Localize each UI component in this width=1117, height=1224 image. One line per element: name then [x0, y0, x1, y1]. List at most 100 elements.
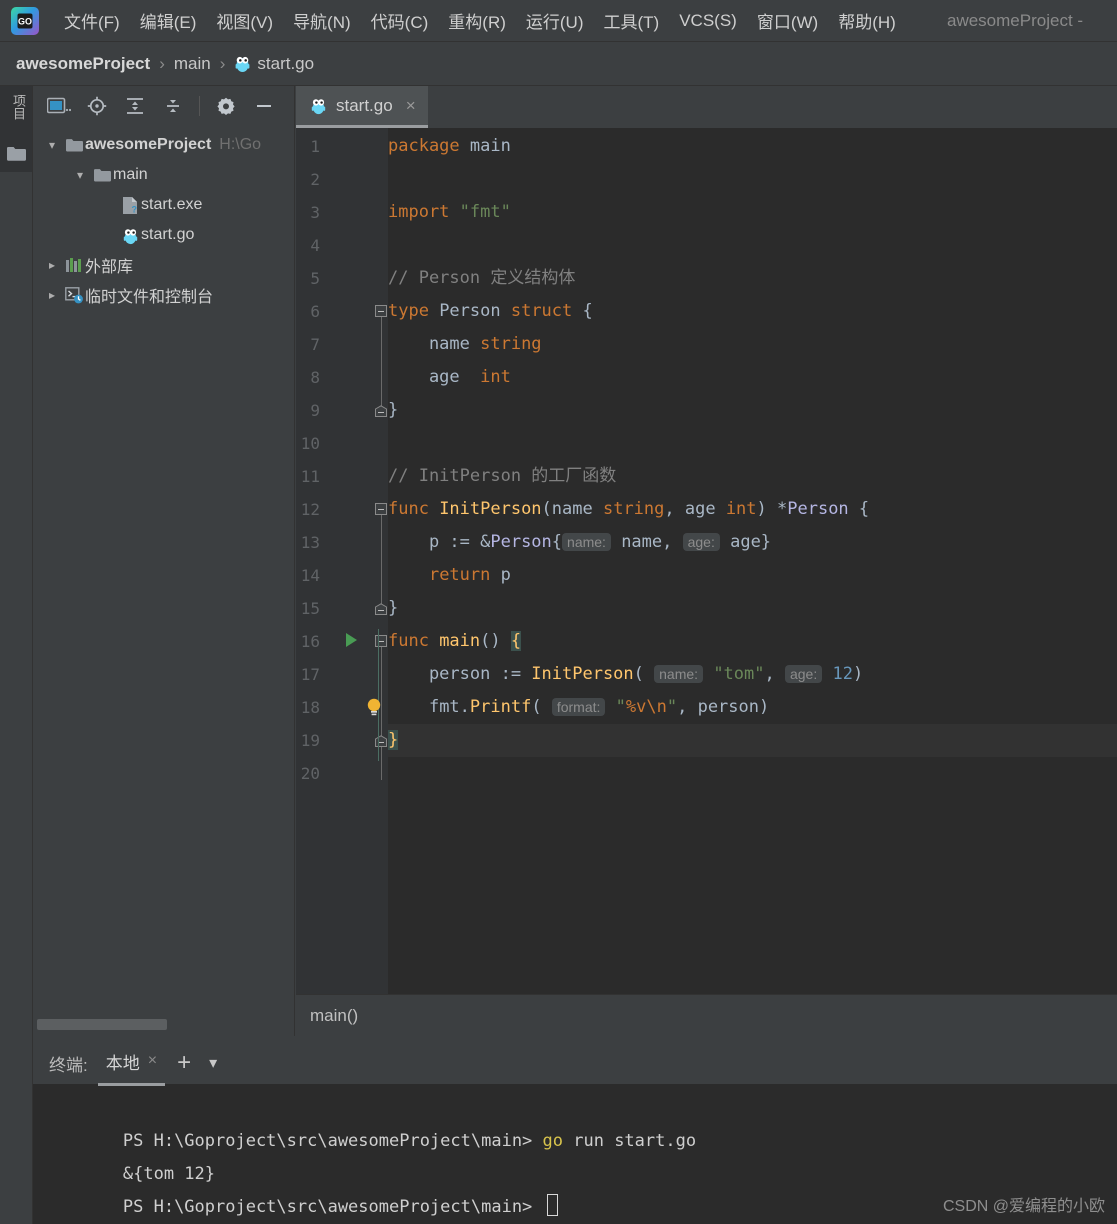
menu-bar: GO 文件(F) 编辑(E) 视图(V) 导航(N) 代码(C) 重构(R) 运…	[0, 0, 1117, 42]
code-folding-gutter[interactable]	[374, 128, 388, 994]
chevron-right-icon[interactable]: ▸	[41, 258, 63, 272]
folder-icon[interactable]	[7, 146, 26, 161]
chevron-right-icon[interactable]: ▸	[41, 288, 63, 302]
code-token: name	[388, 334, 481, 354]
code-token: , person)	[677, 697, 770, 717]
code-token: age	[388, 367, 481, 387]
collapse-all-icon[interactable]	[161, 94, 185, 118]
tree-row-awesomeproject[interactable]: ▾ awesomeProject H:\Go	[33, 130, 294, 160]
menu-item-run[interactable]: 运行(U)	[516, 4, 594, 37]
fold-collapse-icon[interactable]	[375, 635, 387, 647]
fold-region-end-icon[interactable]	[375, 734, 387, 747]
fold-region-end-icon[interactable]	[375, 602, 387, 615]
chevron-down-icon[interactable]: ▾	[41, 138, 63, 152]
code-token: {	[582, 301, 593, 321]
terminal-prompt: PS H:\Goproject\src\awesomeProject\main>	[122, 1131, 543, 1151]
project-horizontal-scrollbar[interactable]	[37, 1019, 291, 1030]
tree-label: start.go	[141, 226, 195, 243]
code-token: }	[388, 730, 399, 750]
code-token: func	[388, 499, 440, 519]
code-token: "fmt"	[459, 202, 511, 222]
editor-tab-start-go[interactable]: start.go ×	[296, 86, 428, 128]
terminal-command-keyword: go	[542, 1131, 564, 1151]
breadcrumb-folder[interactable]: main	[174, 54, 211, 74]
code-token: p	[500, 565, 511, 585]
terminal-tab-label: 本地	[105, 1053, 140, 1073]
code-token: age}	[719, 532, 772, 552]
line-number: 4	[310, 236, 320, 255]
line-number-gutter[interactable]: 1 2 3 4 5 6 7 8 9 10 11 12 13 14 15 16 17 18 19 20	[296, 128, 374, 994]
breadcrumb-separator-1: ›	[159, 53, 165, 73]
fold-collapse-icon[interactable]	[375, 305, 387, 317]
run-gutter-icon[interactable]	[344, 632, 358, 652]
project-tree: ▾ awesomeProject H:\Go ▾ main ? start.ex…	[33, 126, 294, 310]
menu-item-refactor[interactable]: 重构(R)	[438, 4, 516, 37]
code-token: // Person 定义结构体	[388, 268, 576, 288]
tree-row-main[interactable]: ▾ main	[33, 160, 294, 190]
code-line: func main() {	[388, 625, 522, 658]
rail-label-project[interactable]: 项目	[9, 94, 28, 120]
code-token: InitPerson	[531, 664, 634, 684]
tree-label: 外部库	[85, 259, 134, 276]
fold-collapse-icon[interactable]	[375, 503, 387, 515]
close-icon[interactable]: ×	[406, 96, 416, 116]
fold-region-end-icon[interactable]	[375, 404, 387, 417]
breadcrumb-file[interactable]: start.go	[257, 54, 314, 74]
code-line: person := InitPerson( name: "tom", age: …	[388, 658, 863, 691]
project-view-selector-icon[interactable]	[47, 94, 71, 118]
chevron-down-icon[interactable]: ▾	[203, 1053, 223, 1073]
menu-item-vcs[interactable]: VCS(S)	[669, 7, 747, 35]
code-token: Person	[490, 532, 552, 552]
parameter-hint: age:	[784, 665, 823, 683]
locate-file-icon[interactable]	[85, 94, 109, 118]
menu-item-window[interactable]: 窗口(W)	[747, 4, 828, 37]
terminal-tab-local[interactable]: 本地 ×	[97, 1041, 166, 1086]
editor-tab-bar: start.go ×	[296, 86, 1117, 128]
folder-icon	[91, 168, 113, 182]
settings-gear-icon[interactable]	[214, 94, 238, 118]
intention-bulb-icon[interactable]	[366, 697, 382, 717]
tree-row-start-exe[interactable]: ? start.exe	[33, 190, 294, 220]
left-tool-rail: 项目 结构	[0, 86, 33, 1224]
line-number: 2	[310, 170, 320, 189]
code-token: struct	[510, 301, 583, 321]
toolbar-divider	[199, 96, 200, 116]
new-terminal-tab-icon[interactable]: +	[165, 1051, 203, 1075]
menu-item-navigate[interactable]: 导航(N)	[283, 4, 361, 37]
parameter-hint: name:	[562, 533, 611, 551]
expand-all-icon[interactable]	[123, 94, 147, 118]
code-canvas[interactable]: 1 2 3 4 5 6 7 8 9 10 11 12 13 14 15 16 17 18 19 20 package …	[296, 128, 1117, 994]
chevron-down-icon[interactable]: ▾	[69, 168, 91, 182]
terminal-cursor	[546, 1194, 558, 1216]
watermark: CSDN @爱编程的小欧	[942, 1198, 1105, 1215]
tree-label: main	[113, 166, 148, 183]
menu-item-edit[interactable]: 编辑(E)	[130, 4, 207, 37]
menu-item-code[interactable]: 代码(C)	[361, 4, 439, 37]
terminal-tab-bar: 终端: 本地 × + ▾	[33, 1041, 1117, 1086]
code-line: name string	[388, 328, 542, 361]
hide-panel-icon[interactable]	[252, 94, 276, 118]
menu-item-file[interactable]: 文件(F)	[54, 4, 130, 37]
breadcrumb-project[interactable]: awesomeProject	[16, 54, 150, 74]
tree-row-start-go[interactable]: start.go	[33, 220, 294, 250]
code-token: )	[852, 664, 864, 684]
menu-item-help[interactable]: 帮助(H)	[828, 4, 906, 37]
terminal-line: PS H:\Goproject\src\awesomeProject\main>…	[41, 1092, 1117, 1151]
tree-row-scratches-consoles[interactable]: ▸ 临时文件和控制台	[33, 280, 294, 310]
breadcrumb: awesomeProject › main › start.go	[0, 42, 1117, 86]
editor-tab-label: start.go	[336, 95, 393, 115]
library-icon	[63, 257, 85, 273]
menu-item-tools[interactable]: 工具(T)	[594, 4, 670, 37]
code-token: {	[848, 499, 870, 519]
close-icon[interactable]: ×	[148, 1052, 157, 1070]
line-number: 11	[300, 467, 320, 486]
tree-row-external-libraries[interactable]: ▸ 外部库	[33, 250, 294, 280]
parameter-hint: age:	[682, 533, 720, 551]
line-number: 18	[300, 698, 320, 717]
terminal-tool-window: 终端: 本地 × + ▾ PS H:\Goproject\src\awesome…	[33, 1042, 1117, 1224]
terminal-command-args: run start.go	[563, 1131, 697, 1151]
code-text[interactable]: package main import "fmt"// Person 定义结构体 t…	[367, 128, 1117, 994]
menu-item-view[interactable]: 视图(V)	[206, 4, 283, 37]
